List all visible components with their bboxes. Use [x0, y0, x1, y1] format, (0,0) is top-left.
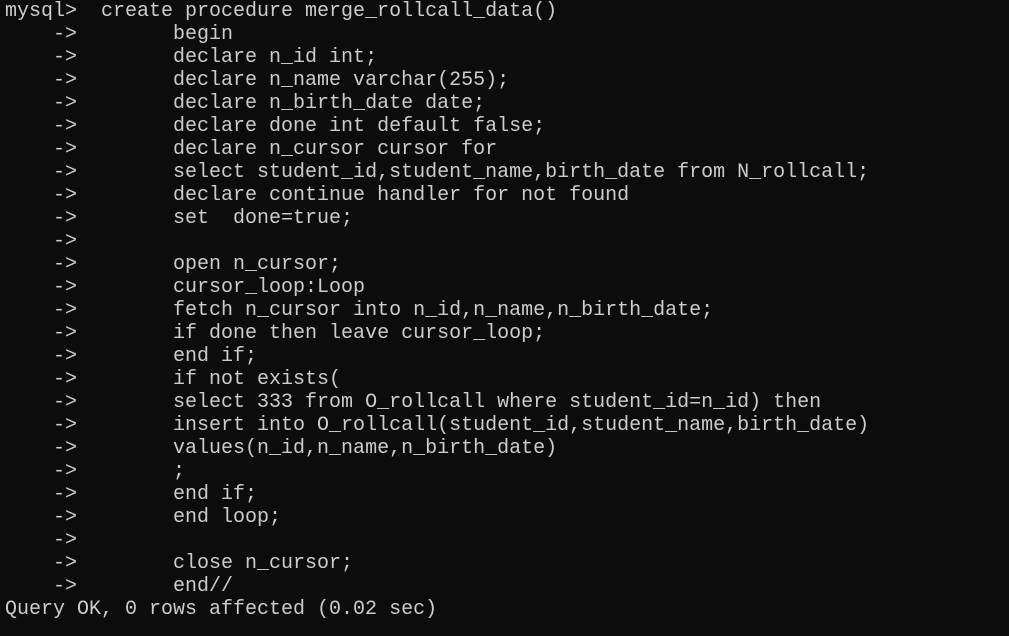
terminal-line: -> select 333 from O_rollcall where stud…	[5, 391, 1009, 414]
terminal-line: -> insert into O_rollcall(student_id,stu…	[5, 414, 1009, 437]
terminal-line: -> declare done int default false;	[5, 115, 1009, 138]
sql-code: declare continue handler for not found	[173, 184, 630, 207]
sql-code: declare n_id int;	[173, 46, 378, 69]
sql-code: select student_id,student_name,birth_dat…	[173, 161, 870, 184]
terminal-line: mysql> create procedure merge_rollcall_d…	[5, 0, 1009, 23]
sql-code: declare n_birth_date date;	[173, 92, 486, 115]
terminal-line: -> declare n_id int;	[5, 46, 1009, 69]
prompt: mysql>	[5, 0, 102, 23]
terminal-line: -> set done=true;	[5, 207, 1009, 230]
prompt: ->	[5, 575, 174, 598]
terminal-line: -> if not exists(	[5, 368, 1009, 391]
sql-code: open n_cursor;	[173, 253, 342, 276]
terminal-line: -> values(n_id,n_name,n_birth_date)	[5, 437, 1009, 460]
sql-code: close n_cursor;	[173, 552, 354, 575]
terminal-line: -> declare n_name varchar(255);	[5, 69, 1009, 92]
terminal-line: -> declare continue handler for not foun…	[5, 184, 1009, 207]
terminal-line: -> fetch n_cursor into n_id,n_name,n_bir…	[5, 299, 1009, 322]
prompt: ->	[5, 506, 174, 529]
prompt: ->	[5, 529, 78, 552]
sql-code: declare n_cursor cursor for	[173, 138, 498, 161]
prompt: ->	[5, 230, 78, 253]
sql-code: create procedure merge_rollcall_data()	[101, 0, 558, 23]
prompt: ->	[5, 184, 174, 207]
prompt: ->	[5, 92, 174, 115]
prompt: ->	[5, 391, 174, 414]
terminal-output[interactable]: mysql> create procedure merge_rollcall_d…	[0, 0, 1009, 621]
terminal-line: -> close n_cursor;	[5, 552, 1009, 575]
prompt: ->	[5, 276, 174, 299]
sql-code: if done then leave cursor_loop;	[173, 322, 546, 345]
terminal-line: -> begin	[5, 23, 1009, 46]
prompt: ->	[5, 253, 174, 276]
prompt: ->	[5, 46, 174, 69]
sql-code: fetch n_cursor into n_id,n_name,n_birth_…	[173, 299, 714, 322]
prompt: ->	[5, 23, 174, 46]
prompt: ->	[5, 437, 174, 460]
prompt: ->	[5, 552, 174, 575]
prompt: ->	[5, 138, 174, 161]
sql-code: insert into O_rollcall(student_id,studen…	[173, 414, 870, 437]
sql-code: select 333 from O_rollcall where student…	[173, 391, 822, 414]
prompt: ->	[5, 299, 174, 322]
sql-code: declare n_name varchar(255);	[173, 69, 510, 92]
terminal-line: -> ;	[5, 460, 1009, 483]
prompt: ->	[5, 460, 174, 483]
terminal-line: ->	[5, 230, 1009, 253]
prompt: ->	[5, 414, 174, 437]
prompt: ->	[5, 115, 174, 138]
terminal-line: -> open n_cursor;	[5, 253, 1009, 276]
terminal-line: -> declare n_cursor cursor for	[5, 138, 1009, 161]
query-result: Query OK, 0 rows affected (0.02 sec)	[5, 598, 438, 621]
prompt: ->	[5, 368, 174, 391]
prompt: ->	[5, 322, 174, 345]
terminal-line: ->	[5, 529, 1009, 552]
terminal-line: -> end if;	[5, 483, 1009, 506]
sql-code: end loop;	[173, 506, 282, 529]
prompt: ->	[5, 161, 174, 184]
sql-code: ;	[173, 460, 186, 483]
prompt: ->	[5, 345, 174, 368]
terminal-line: -> end//	[5, 575, 1009, 598]
prompt: ->	[5, 483, 174, 506]
sql-code: declare done int default false;	[173, 115, 546, 138]
terminal-line: -> if done then leave cursor_loop;	[5, 322, 1009, 345]
sql-code: cursor_loop:Loop	[173, 276, 366, 299]
terminal-line: -> end if;	[5, 345, 1009, 368]
terminal-line: -> declare n_birth_date date;	[5, 92, 1009, 115]
sql-code: values(n_id,n_name,n_birth_date)	[173, 437, 558, 460]
terminal-line: -> select student_id,student_name,birth_…	[5, 161, 1009, 184]
sql-code: end if;	[173, 483, 258, 506]
sql-code: end if;	[173, 345, 258, 368]
sql-code: if not exists(	[173, 368, 342, 391]
sql-code: end//	[173, 575, 234, 598]
prompt: ->	[5, 69, 174, 92]
terminal-line: -> cursor_loop:Loop	[5, 276, 1009, 299]
terminal-line: -> end loop;	[5, 506, 1009, 529]
prompt: ->	[5, 207, 174, 230]
sql-code: begin	[173, 23, 234, 46]
sql-code: set done=true;	[173, 207, 354, 230]
